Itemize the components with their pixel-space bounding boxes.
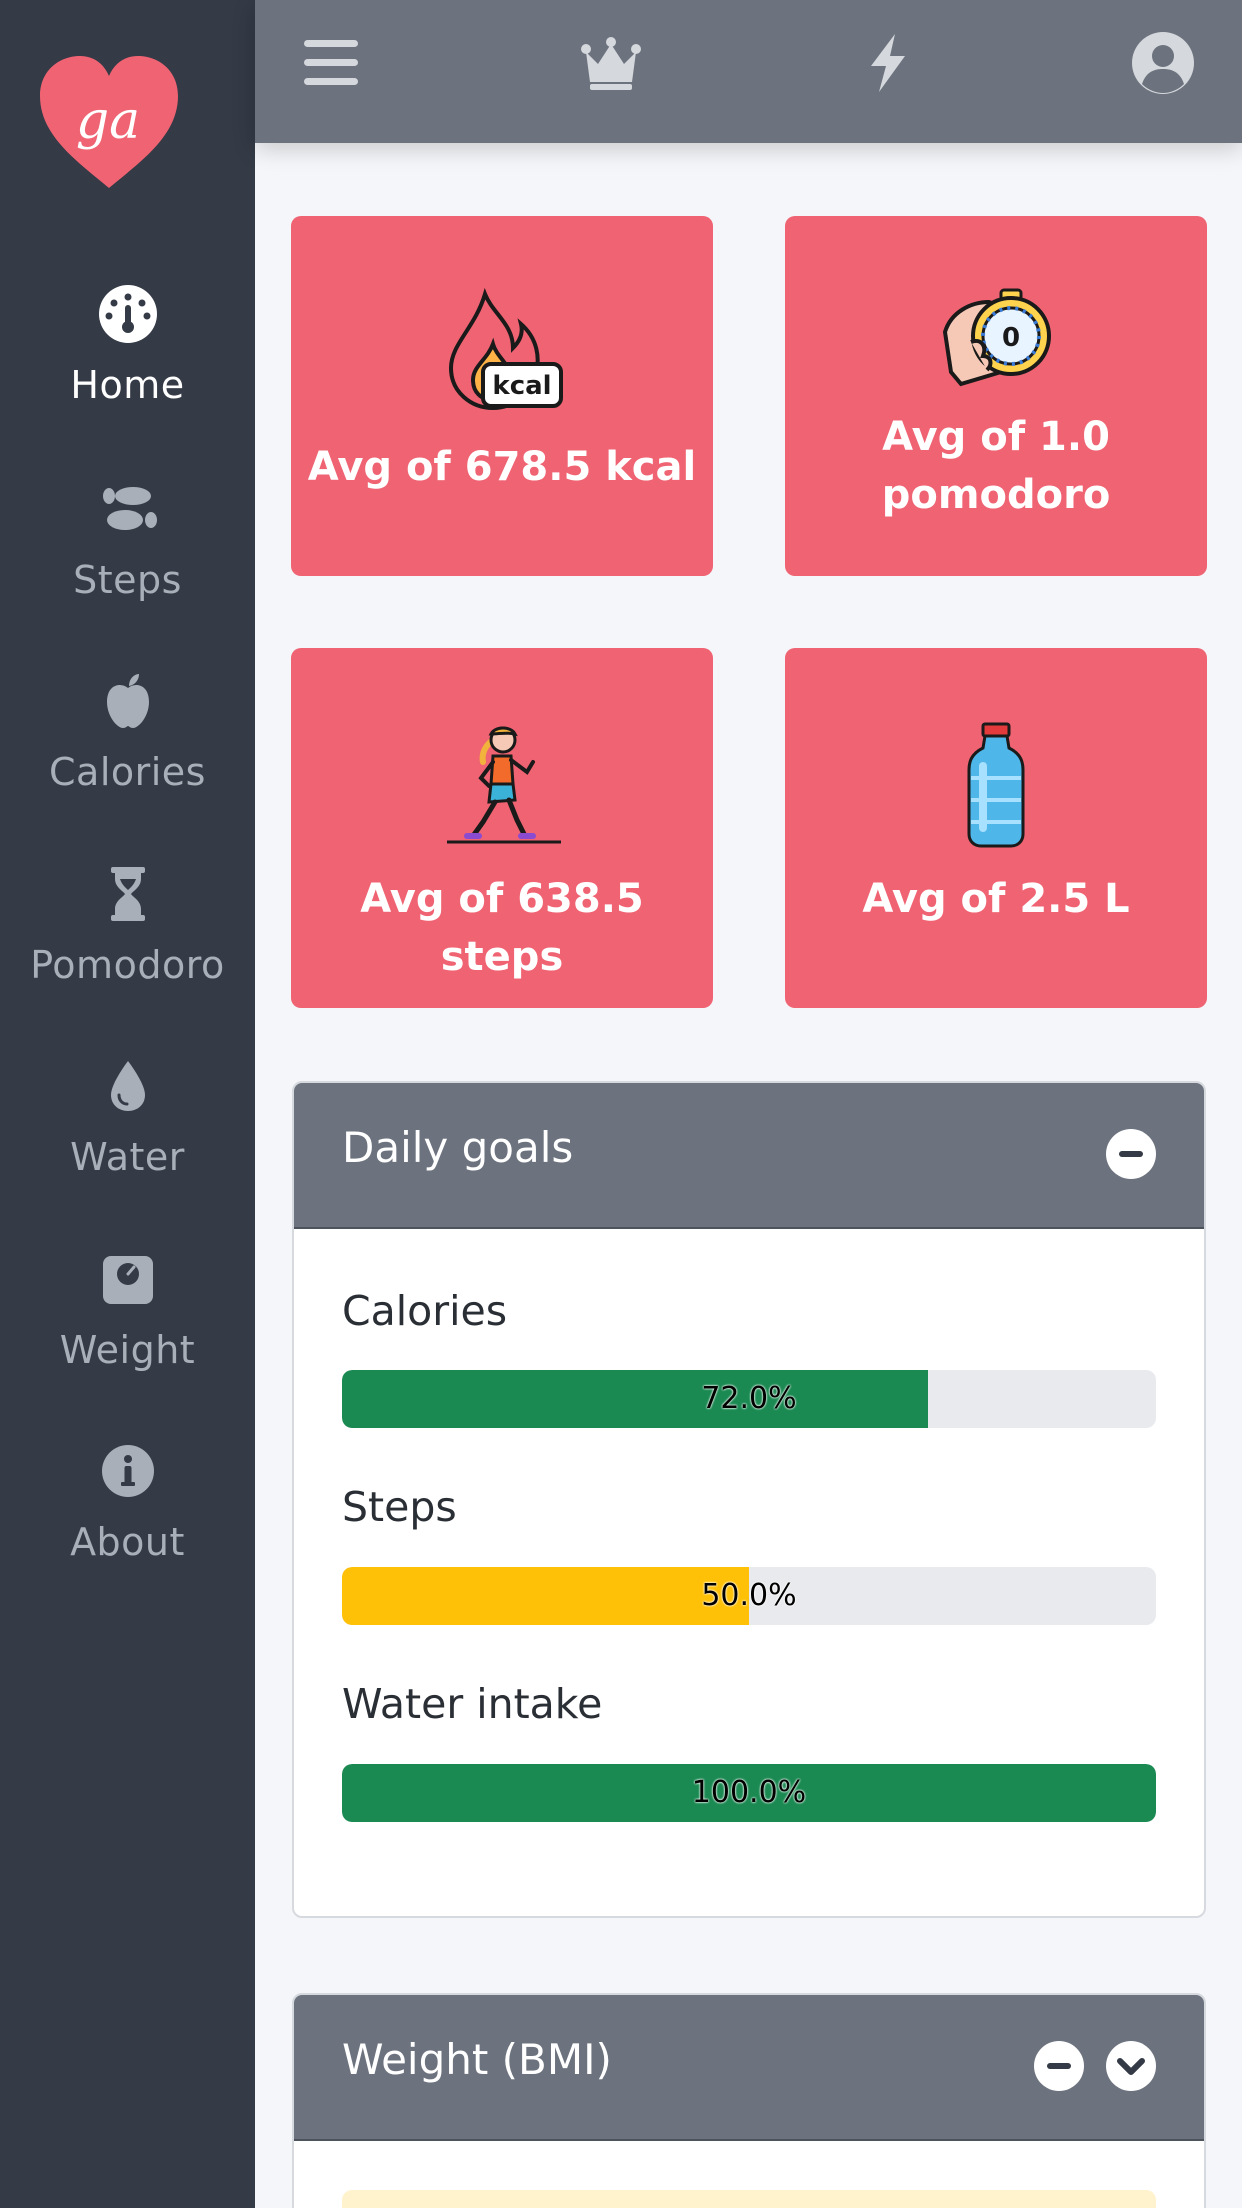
apple-icon (107, 674, 149, 728)
minus-icon (1119, 1151, 1143, 1157)
goal-label: Calories (342, 1287, 508, 1335)
fire-kcal-icon: kcal (448, 288, 563, 411)
goal-label: Steps (342, 1483, 457, 1531)
panel-title: Daily goals (342, 1123, 574, 1172)
progress-text: 100.0% (691, 1775, 807, 1810)
panel-header: Weight (BMI) (294, 1995, 1204, 2141)
top-navbar (255, 0, 1242, 143)
stat-card-text: Avg of 1.0 pomodoro (881, 414, 1111, 518)
minus-icon (1047, 2063, 1071, 2069)
sidebar-item-pomodoro[interactable]: Pomodoro (0, 863, 255, 1033)
logo-text: ga (76, 91, 140, 151)
steps-progress-bar: 50.0% (342, 1567, 1156, 1625)
app-logo[interactable]: ga (38, 52, 180, 192)
collapse-button[interactable] (1034, 2041, 1084, 2091)
stat-card-text: Avg of 2.5 L (862, 876, 1130, 922)
lightning-icon[interactable] (853, 32, 923, 94)
calories-progress-bar: 72.0% (342, 1370, 1156, 1428)
stat-card-text: Avg of 638.5 steps (360, 876, 644, 980)
sidebar-item-home[interactable]: Home (0, 283, 255, 453)
sidebar-item-calories[interactable]: Calories (0, 670, 255, 840)
water-drop-icon (111, 1061, 145, 1111)
footprints-icon (103, 487, 157, 530)
user-icon[interactable] (1128, 32, 1198, 94)
sidebar-item-label: Home (70, 363, 185, 407)
stat-card-pomodoro[interactable]: 0 Avg of 1.0 pomodoro (785, 216, 1207, 576)
progress-text: 72.0% (701, 1381, 797, 1416)
expand-dropdown-button[interactable] (1106, 2041, 1156, 2091)
water-bottle-icon (967, 722, 1025, 848)
water-progress-bar: 100.0% (342, 1764, 1156, 1822)
stat-card-water[interactable]: Avg of 2.5 L (785, 648, 1207, 1008)
chevron-down-icon (1117, 2058, 1145, 2075)
hourglass-icon (111, 867, 145, 921)
svg-text:kcal: kcal (492, 371, 551, 401)
heart-logo-icon: ga (40, 56, 178, 188)
stat-card-calories[interactable]: kcal Avg of 678.5 kcal (291, 216, 713, 576)
stat-card-steps[interactable]: Avg of 638.5 steps (291, 648, 713, 1008)
panel-title: Weight (BMI) (342, 2035, 612, 2084)
sidebar-item-label: Weight (59, 1328, 196, 1372)
sidebar-item-label: Pomodoro (30, 943, 225, 987)
progress-text: 50.0% (701, 1578, 797, 1613)
sidebar-item-water[interactable]: Water (0, 1055, 255, 1225)
running-woman-icon (447, 726, 561, 844)
info-icon (102, 1445, 154, 1497)
sidebar-item-label: Calories (49, 750, 206, 794)
sidebar-item-about[interactable]: About (0, 1440, 255, 1610)
stat-card-text: Avg of 678.5 kcal (307, 444, 697, 490)
panel-header: Daily goals (294, 1083, 1204, 1229)
daily-goals-panel: Daily goals Calories 72.0% Steps 50.0% W… (292, 1081, 1206, 1918)
collapse-button[interactable] (1106, 1129, 1156, 1179)
svg-text:0: 0 (1002, 323, 1020, 353)
sidebar-item-label: Water (70, 1135, 185, 1179)
sidebar: ga Home Steps Calories Pomodoro Water We… (0, 0, 255, 2208)
sidebar-item-label: About (70, 1520, 185, 1564)
crown-icon[interactable] (576, 32, 646, 94)
sidebar-item-weight[interactable]: Weight (0, 1248, 255, 1418)
scale-icon (103, 1256, 153, 1304)
weight-bmi-panel: Weight (BMI) (292, 1993, 1206, 2208)
dashboard-gauge-icon (99, 285, 157, 343)
menu-icon[interactable] (296, 32, 366, 94)
stopwatch-hand-icon: 0 (942, 288, 1051, 387)
goal-label: Water intake (342, 1680, 603, 1728)
sidebar-item-label: Steps (73, 558, 182, 602)
bmi-alert (342, 2190, 1156, 2208)
sidebar-item-steps[interactable]: Steps (0, 478, 255, 648)
